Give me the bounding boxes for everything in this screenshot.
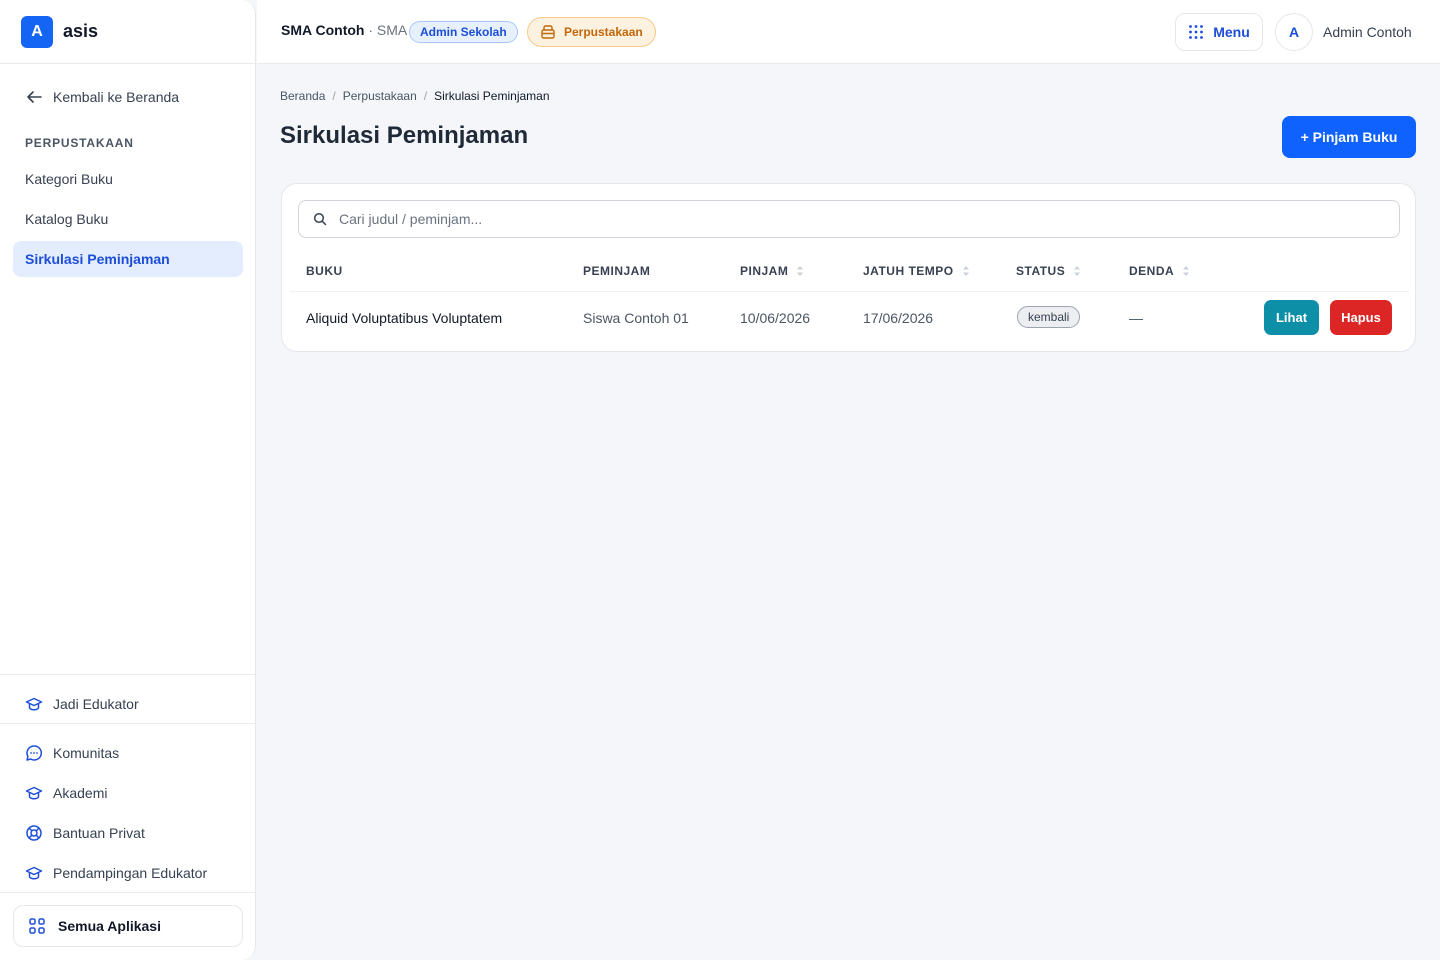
sidebar-link-label: Komunitas [53,745,120,761]
column-header-buku: BUKU [306,264,343,278]
status-badge: kembali [1017,306,1081,328]
sidebar-link-pendampingan-edukator[interactable]: Pendampingan Edukator [25,864,207,882]
column-header-label: DENDA [1129,264,1175,278]
page-title: Sirkulasi Peminjaman [280,122,529,149]
become-educator-link[interactable]: Jadi Edukator [25,695,139,713]
column-header-jatuh-tempo[interactable]: JATUH TEMPO [863,264,970,278]
search-box [298,200,1400,238]
module-badge[interactable]: Perpustakaan [527,17,656,47]
breadcrumb-item-perpustakaan[interactable]: Perpustakaan [343,89,417,103]
sidebar: A asis Kembali ke Beranda PERPUSTAKAAN K… [0,0,256,960]
cell-book-title: Aliquid Voluptatibus Voluptatem [306,310,503,326]
column-header-label: PEMINJAM [583,264,651,278]
cell-borrower: Siswa Contoh 01 [583,310,689,326]
sidebar-item-label: Katalog Buku [25,211,109,227]
divider [0,674,255,675]
sidebar-link-label: Bantuan Privat [53,825,145,841]
column-header-pinjam[interactable]: PINJAM [740,264,804,278]
sort-icon[interactable] [796,264,804,278]
divider [0,723,255,724]
role-badge: Admin Sekolah [409,21,518,43]
graduation-cap-icon [25,866,43,880]
breadcrumb-item-current: Sirkulasi Peminjaman [434,89,550,103]
back-to-home-link[interactable]: Kembali ke Beranda [25,88,179,106]
menu-button[interactable]: Menu [1175,13,1263,51]
sidebar-item-sirkulasi-peminjaman[interactable]: Sirkulasi Peminjaman [13,241,243,277]
sidebar-link-label: Pendampingan Edukator [53,865,208,881]
back-to-home-label: Kembali ke Beranda [53,89,180,105]
become-educator-label: Jadi Edukator [53,696,139,712]
sort-icon[interactable] [1073,264,1081,278]
sidebar-link-bantuan-privat[interactable]: Bantuan Privat [25,824,145,842]
column-header-label: PINJAM [740,264,789,278]
column-header-label: JATUH TEMPO [863,264,954,278]
breadcrumb: Beranda / Perpustakaan / Sirkulasi Pemin… [280,89,550,103]
topbar: SMA Contoh · SMA Admin Sekolah Perpustak… [257,0,1440,64]
module-badge-label: Perpustakaan [564,25,643,39]
sidebar-link-akademi[interactable]: Akademi [25,784,107,802]
avatar[interactable]: A [1275,13,1313,51]
brand-name: asis [63,21,99,41]
column-header-label: STATUS [1016,264,1066,278]
chat-icon [26,745,43,761]
section-label: PERPUSTAKAAN [25,136,134,150]
column-header-label: BUKU [306,264,343,278]
school-type: · SMA [364,22,408,38]
library-icon [541,25,555,39]
sidebar-link-label: Akademi [53,785,108,801]
sidebar-item-label: Kategori Buku [25,171,113,187]
column-header-status[interactable]: STATUS [1016,264,1081,278]
graduation-cap-icon [25,697,43,711]
grid-icon [29,918,45,934]
all-apps-button[interactable]: Semua Aplikasi [13,905,243,947]
arrow-left-icon [27,91,42,103]
all-apps-label: Semua Aplikasi [58,918,161,934]
cell-due-date: 17/06/2026 [863,310,934,326]
sidebar-link-komunitas[interactable]: Komunitas [25,744,119,762]
search-input[interactable] [339,211,1339,227]
menu-label: Menu [1213,24,1250,40]
search-icon [313,212,327,226]
borrow-book-button[interactable]: + Pinjam Buku [1282,116,1416,158]
user-name[interactable]: Admin Contoh [1323,24,1412,40]
breadcrumb-separator: / [332,89,336,103]
column-header-denda[interactable]: DENDA [1129,264,1190,278]
sort-icon[interactable] [1182,264,1190,278]
lifebuoy-icon [26,825,42,841]
cell-fine: — [1129,310,1143,326]
sort-icon[interactable] [962,264,970,278]
breadcrumb-item-beranda[interactable]: Beranda [280,89,325,103]
sidebar-item-kategori-buku[interactable]: Kategori Buku [13,161,243,197]
column-header-peminjam: PEMINJAM [583,264,650,278]
school-name: SMA Contoh · SMA [281,22,407,38]
cell-borrow-date: 10/06/2026 [740,310,811,326]
dots-grid-icon [1189,25,1204,39]
circulation-card: BUKU PEMINJAM PINJAM JATUH TEMPO STATUS … [281,183,1416,352]
divider [0,892,255,893]
delete-button[interactable]: Hapus [1330,300,1392,335]
view-button[interactable]: Lihat [1264,300,1319,335]
brand[interactable]: A asis [0,0,255,64]
sidebar-item-label: Sirkulasi Peminjaman [25,251,170,267]
school-name-text: SMA Contoh [281,22,365,38]
table-row-divider [290,291,1409,292]
breadcrumb-separator: / [423,89,428,103]
graduation-cap-icon [25,786,43,800]
brand-logo: A [21,15,53,48]
sidebar-item-katalog-buku[interactable]: Katalog Buku [13,201,243,237]
